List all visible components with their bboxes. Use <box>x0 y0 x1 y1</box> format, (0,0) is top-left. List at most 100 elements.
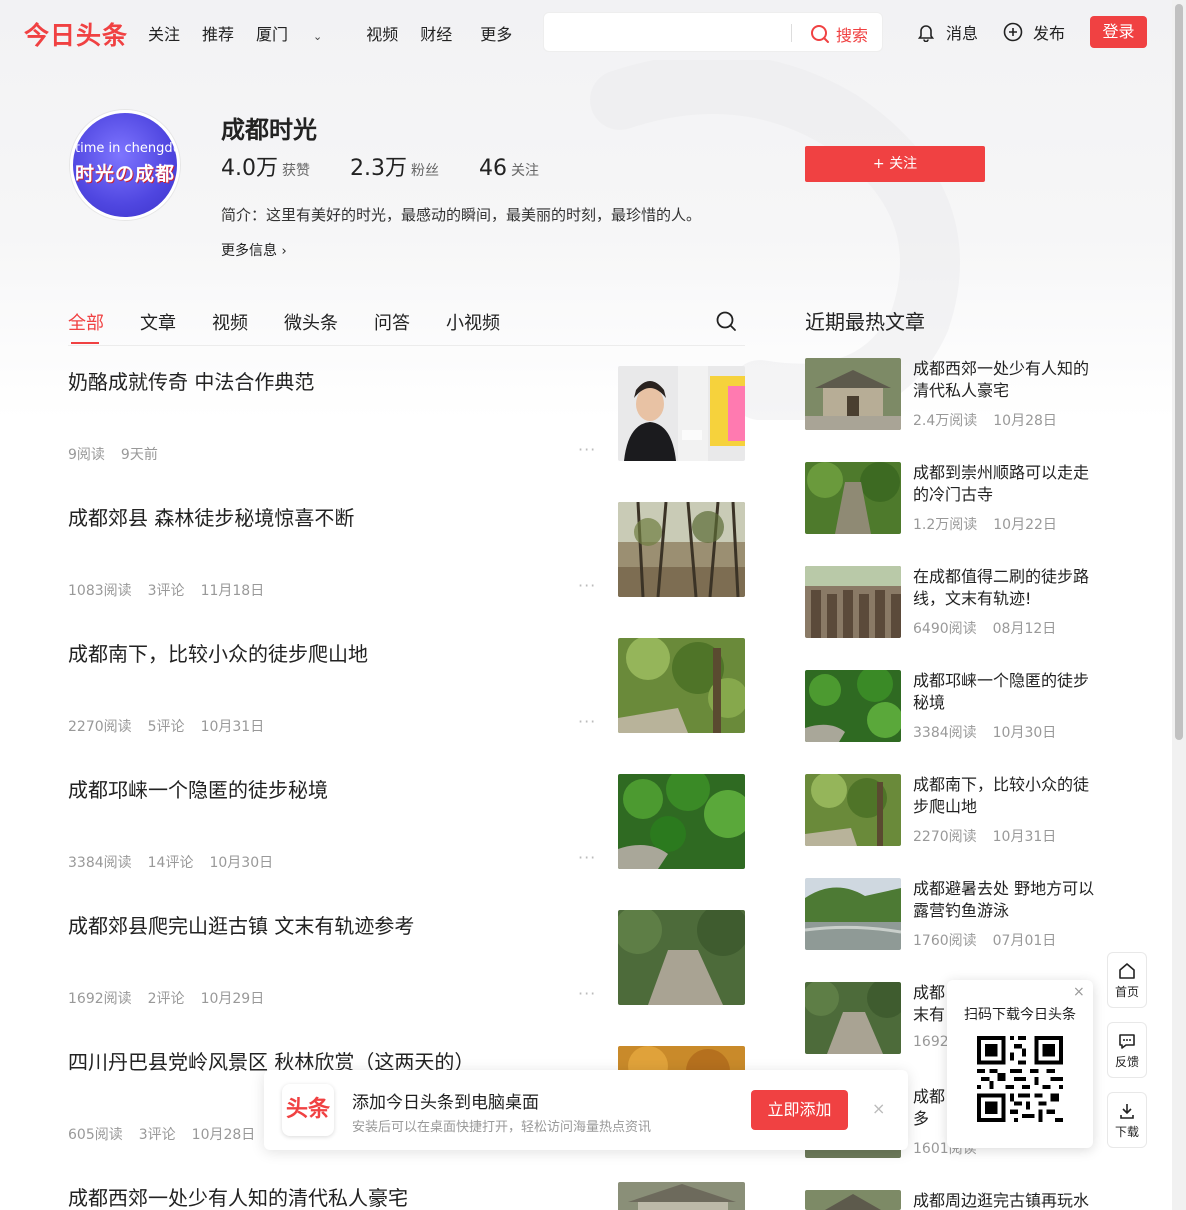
messages-button[interactable]: 消息 <box>916 20 978 44</box>
feed-item-thumbnail[interactable] <box>618 910 745 1005</box>
sidebar-article[interactable]: 成都周边逛完古镇再玩水 <box>805 1190 1105 1210</box>
sidebar-article-thumbnail[interactable] <box>805 566 901 638</box>
qr-download-popup: × 扫码下载今日头条 <box>947 980 1093 1148</box>
sidebar-article-title[interactable]: 成都南下，比较小众的徒步爬山地 <box>913 774 1103 818</box>
scrollbar-thumb[interactable] <box>1175 4 1183 740</box>
stat-following[interactable]: 46 关注 <box>479 156 539 181</box>
nav-item-finance[interactable]: 财经 <box>420 21 452 45</box>
more-options-icon[interactable]: ··· <box>578 984 596 1003</box>
download-float-label: 下载 <box>1114 1125 1139 1139</box>
search-button[interactable]: 搜索 <box>810 22 868 46</box>
sidebar-article-title[interactable]: 成都西郊一处少有人知的清代私人豪宅 <box>913 358 1103 402</box>
feedback-float-button[interactable]: 反馈 <box>1107 1022 1147 1078</box>
sidebar-article-thumbnail[interactable] <box>805 982 901 1054</box>
feed-item-title[interactable]: 成都南下，比较小众的徒步爬山地 <box>68 638 368 667</box>
feed-item-title[interactable]: 成都郊县爬完山逛古镇 文末有轨迹参考 <box>68 910 414 939</box>
bell-icon <box>917 25 935 42</box>
tab-qa[interactable]: 问答 <box>374 309 410 335</box>
thumbnail-image <box>805 982 901 1054</box>
feed-item-meta: 9阅读 9天前 <box>68 444 158 464</box>
sidebar-article-thumbnail[interactable] <box>805 670 901 742</box>
sidebar-article-reads: 1692 <box>913 1034 949 1050</box>
more-options-icon[interactable]: ··· <box>578 440 596 459</box>
sidebar-article-thumbnail[interactable] <box>805 1190 901 1210</box>
sidebar-article[interactable]: 在成都值得二刷的徒步路线，文末有轨迹! 6490阅读 08月12日 <box>805 566 1105 670</box>
download-icon <box>1120 1104 1134 1119</box>
feed-item[interactable]: 成都西郊一处少有人知的清代私人豪宅 <box>68 1162 745 1210</box>
tab-articles[interactable]: 文章 <box>140 309 176 335</box>
search-input[interactable] <box>554 21 784 45</box>
feed-item[interactable]: 奶酪成就传奇 中法合作典范 9阅读 9天前 ··· <box>68 346 745 482</box>
more-options-icon[interactable]: ··· <box>578 848 596 867</box>
feed-item[interactable]: 成都郊县 森林徒步秘境惊喜不断 1083阅读 3评论 11月18日 ··· <box>68 482 745 618</box>
stat-following-label: 关注 <box>511 163 539 179</box>
feed-item-thumbnail[interactable] <box>618 638 745 733</box>
feedback-float-label: 反馈 <box>1114 1055 1139 1069</box>
sidebar-article-meta: 6490阅读 08月12日 <box>913 618 1056 638</box>
sidebar-article-title[interactable]: 在成都值得二刷的徒步路线，文末有轨迹! <box>913 566 1103 610</box>
nav-item-video[interactable]: 视频 <box>366 21 398 45</box>
sidebar-article[interactable]: 成都到崇州顺路可以走走的冷门古寺 1.2万阅读 10月22日 <box>805 462 1105 566</box>
plus-circle-icon <box>1003 22 1023 42</box>
sidebar-article-thumbnail[interactable] <box>805 878 901 950</box>
tab-all[interactable]: 全部 <box>68 309 104 344</box>
sidebar-article-title[interactable]: 成都周边逛完古镇再玩水 <box>913 1190 1103 1210</box>
sidebar-article-title[interactable]: 成都避暑去处 野地方可以露营钓鱼游泳 <box>913 878 1103 922</box>
sidebar-article-meta: 2270阅读 10月31日 <box>913 826 1056 846</box>
sidebar-article[interactable]: 成都南下，比较小众的徒步爬山地 2270阅读 10月31日 <box>805 774 1105 878</box>
add-now-button[interactable]: 立即添加 <box>751 1090 848 1130</box>
sidebar-article[interactable]: 成都避暑去处 野地方可以露营钓鱼游泳 1760阅读 07月01日 <box>805 878 1105 982</box>
sidebar-article-date: 08月12日 <box>992 621 1057 637</box>
profile-stats: 4.0万 获赞 2.3万 粉丝 46 关注 <box>221 150 579 182</box>
profile-intro: 简介：这里有美好的时光，最感动的瞬间，最美丽的时刻，最珍惜的人。 <box>221 206 702 224</box>
feed-item-date: 10月30日 <box>209 855 274 871</box>
download-float-button[interactable]: 下载 <box>1107 1092 1147 1148</box>
more-options-icon[interactable]: ··· <box>578 712 596 731</box>
more-options-icon[interactable]: ··· <box>578 576 596 595</box>
tab-micro-posts[interactable]: 微头条 <box>284 309 338 335</box>
tab-short-videos[interactable]: 小视频 <box>446 309 500 335</box>
more-info-label: 更多信息 <box>221 243 277 259</box>
follow-button[interactable]: + 关注 <box>805 146 985 182</box>
feed-item-comments: 3评论 <box>138 1127 176 1143</box>
feed-item-title[interactable]: 成都西郊一处少有人知的清代私人豪宅 <box>68 1182 408 1210</box>
feed-item[interactable]: 成都南下，比较小众的徒步爬山地 2270阅读 5评论 10月31日 ··· <box>68 618 745 754</box>
chevron-right-icon: › <box>281 244 287 259</box>
nav-item-more[interactable]: 更多 <box>480 21 512 45</box>
search-icon[interactable] <box>715 310 737 332</box>
feed-item-title[interactable]: 成都邛崃一个隐匿的徒步秘境 <box>68 774 328 803</box>
sidebar-article[interactable]: 成都西郊一处少有人知的清代私人豪宅 2.4万阅读 10月28日 <box>805 358 1105 462</box>
home-float-label: 首页 <box>1114 985 1139 999</box>
sidebar-article-thumbnail[interactable] <box>805 462 901 534</box>
more-info-link[interactable]: 更多信息 › <box>221 240 287 260</box>
profile-name: 成都时光 <box>221 116 317 144</box>
feed-item-title[interactable]: 成都郊县 森林徒步秘境惊喜不断 <box>68 502 354 531</box>
toutiao-logo[interactable]: 今日头条 <box>24 16 128 52</box>
search-icon <box>811 25 829 43</box>
nav-item-recommend[interactable]: 推荐 <box>202 21 234 45</box>
feed-item-thumbnail[interactable] <box>618 502 745 597</box>
feed-item-thumbnail[interactable] <box>618 774 745 869</box>
feed-item-date: 10月31日 <box>200 719 265 735</box>
close-icon[interactable]: × <box>872 1099 885 1118</box>
home-float-button[interactable]: 首页 <box>1107 952 1147 1008</box>
close-icon[interactable]: × <box>1073 984 1085 1000</box>
login-button[interactable]: 登录 <box>1090 16 1147 48</box>
sidebar-article-thumbnail[interactable] <box>805 358 901 430</box>
publish-button[interactable]: 发布 <box>1003 20 1065 44</box>
nav-item-follow[interactable]: 关注 <box>148 21 180 45</box>
nav-item-city[interactable]: 厦门 ⌄ <box>256 21 344 45</box>
feed-item-title[interactable]: 奶酪成就传奇 中法合作典范 <box>68 366 314 395</box>
feed-item-thumbnail[interactable] <box>618 366 745 461</box>
sidebar-article-meta: 1692 <box>913 1034 949 1050</box>
stat-fans[interactable]: 2.3万 粉丝 <box>350 150 439 182</box>
sidebar-article-thumbnail[interactable] <box>805 774 901 846</box>
messages-label: 消息 <box>946 24 979 43</box>
feed-item[interactable]: 成都邛崃一个隐匿的徒步秘境 3384阅读 14评论 10月30日 ··· <box>68 754 745 890</box>
sidebar-article[interactable]: 成都邛崃一个隐匿的徒步秘境 3384阅读 10月30日 <box>805 670 1105 774</box>
tab-videos[interactable]: 视频 <box>212 309 248 335</box>
sidebar-article-title[interactable]: 成都邛崃一个隐匿的徒步秘境 <box>913 670 1103 714</box>
feed-item[interactable]: 成都郊县爬完山逛古镇 文末有轨迹参考 1692阅读 2评论 10月29日 ··· <box>68 890 745 1026</box>
feed-item-thumbnail[interactable] <box>618 1182 745 1210</box>
sidebar-article-title[interactable]: 成都到崇州顺路可以走走的冷门古寺 <box>913 462 1103 506</box>
